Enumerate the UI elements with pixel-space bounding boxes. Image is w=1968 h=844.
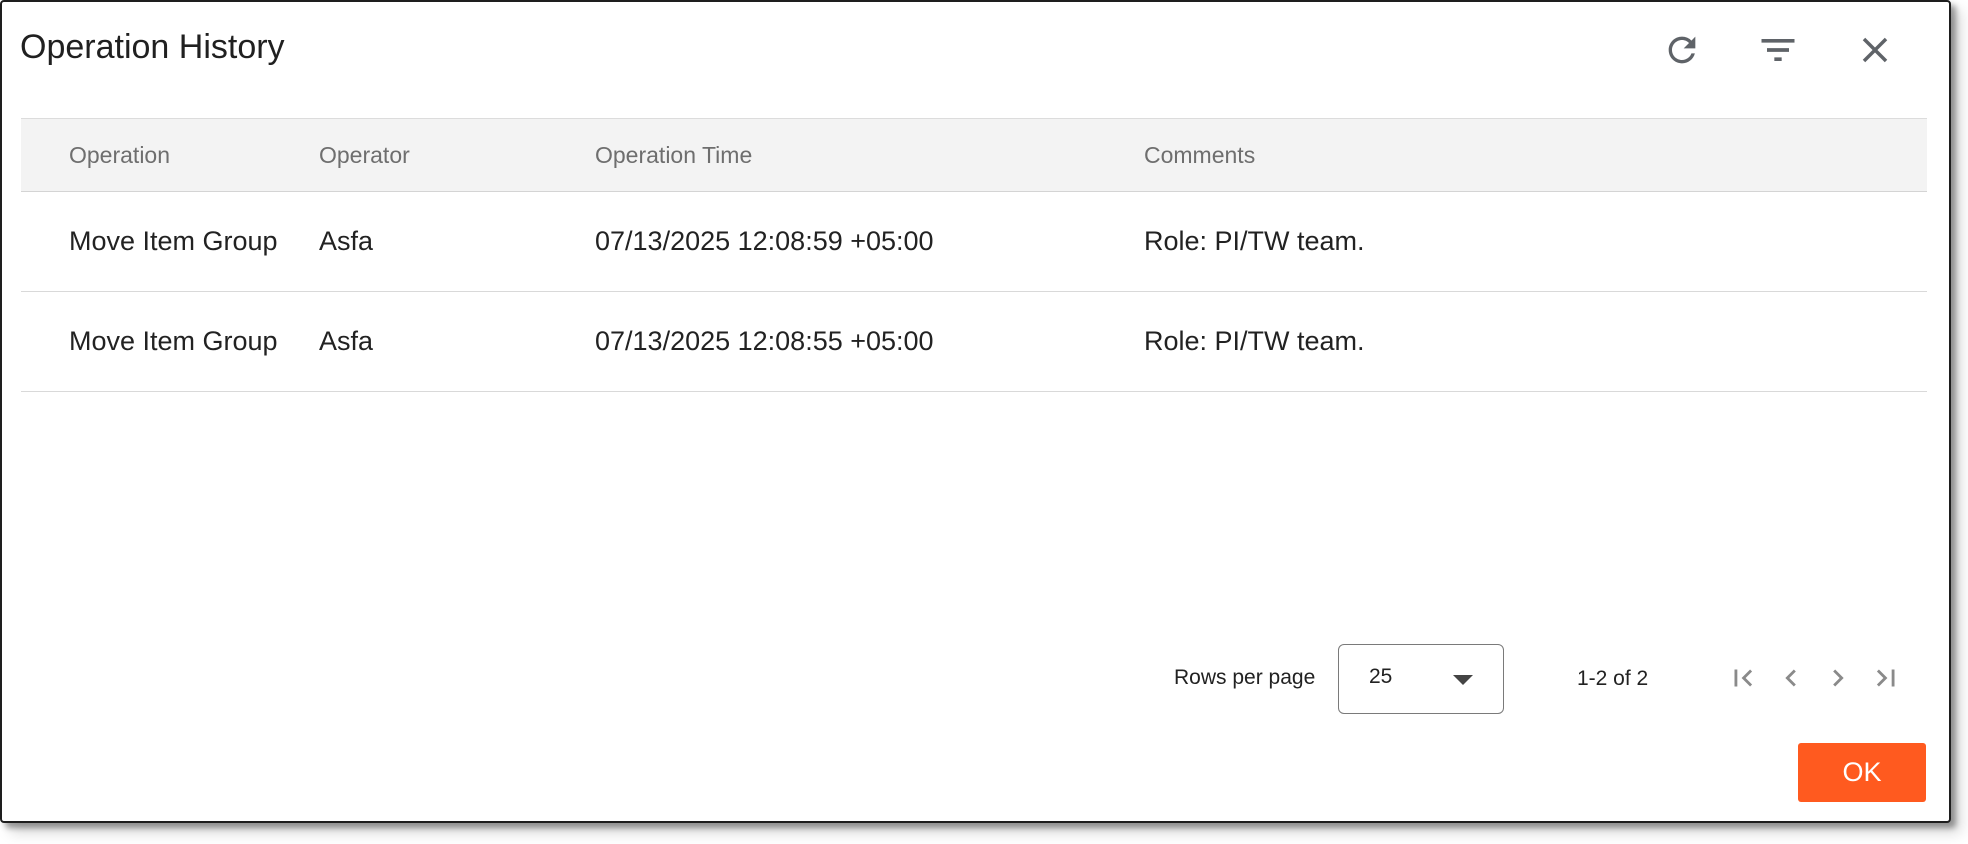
cell-operator: Asfa bbox=[319, 226, 374, 256]
refresh-button[interactable] bbox=[1660, 28, 1704, 72]
ok-button[interactable]: OK bbox=[1798, 743, 1926, 802]
dialog-title: Operation History bbox=[20, 28, 285, 66]
pagination-range: 1-2 of 2 bbox=[1577, 667, 1649, 690]
column-header-operation[interactable]: Operation bbox=[69, 119, 170, 191]
cell-operation: Move Item Group bbox=[69, 326, 278, 356]
first-page-icon bbox=[1726, 661, 1760, 700]
column-header-operation-time[interactable]: Operation Time bbox=[595, 119, 752, 191]
table-row[interactable]: Move Item Group Asfa 07/13/2025 12:08:59… bbox=[21, 192, 1927, 292]
last-page-button[interactable] bbox=[1868, 662, 1904, 698]
cell-comments: Role: PI/TW team. bbox=[1144, 226, 1365, 256]
column-header-operator[interactable]: Operator bbox=[319, 119, 410, 191]
rows-per-page-value: 25 bbox=[1369, 665, 1393, 688]
next-page-icon bbox=[1821, 661, 1855, 700]
rows-per-page-label: Rows per page bbox=[1174, 666, 1316, 689]
close-button[interactable] bbox=[1853, 28, 1897, 72]
table-row[interactable]: Move Item Group Asfa 07/13/2025 12:08:55… bbox=[21, 292, 1927, 392]
cell-comments: Role: PI/TW team. bbox=[1144, 326, 1365, 356]
operation-history-table: Operation Operator Operation Time Commen… bbox=[21, 118, 1927, 392]
previous-page-button[interactable] bbox=[1773, 662, 1809, 698]
first-page-button[interactable] bbox=[1725, 662, 1761, 698]
refresh-icon bbox=[1662, 30, 1702, 70]
cell-operation-time: 07/13/2025 12:08:59 +05:00 bbox=[595, 226, 934, 256]
cell-operator: Asfa bbox=[319, 326, 374, 356]
filter-button[interactable] bbox=[1756, 28, 1800, 72]
previous-page-icon bbox=[1774, 661, 1808, 700]
dropdown-caret-icon bbox=[1453, 675, 1473, 685]
next-page-button[interactable] bbox=[1820, 662, 1856, 698]
cell-operation-time: 07/13/2025 12:08:55 +05:00 bbox=[595, 326, 934, 356]
rows-per-page-select[interactable]: 25 bbox=[1338, 644, 1504, 714]
last-page-icon bbox=[1869, 661, 1903, 700]
column-header-comments[interactable]: Comments bbox=[1144, 119, 1255, 191]
filter-icon bbox=[1756, 28, 1800, 72]
cell-operation: Move Item Group bbox=[69, 226, 278, 256]
table-header: Operation Operator Operation Time Commen… bbox=[21, 118, 1927, 192]
close-icon bbox=[1854, 29, 1896, 71]
operation-history-dialog: Operation History Operation Operator Ope… bbox=[0, 0, 1951, 823]
